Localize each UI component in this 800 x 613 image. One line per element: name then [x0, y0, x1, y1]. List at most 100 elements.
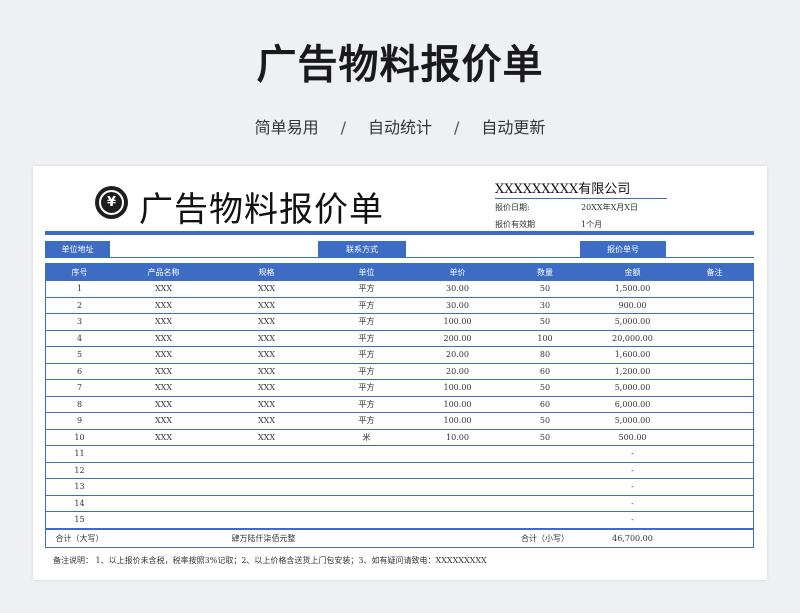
table-cell[interactable]: 平方	[319, 346, 414, 364]
table-cell[interactable]	[214, 462, 319, 479]
table-cell[interactable]	[113, 512, 214, 529]
table-cell[interactable]	[214, 445, 319, 463]
table-cell[interactable]	[676, 512, 753, 529]
table-cell[interactable]	[676, 330, 753, 347]
table-cell[interactable]: XXX	[214, 379, 319, 397]
table-cell[interactable]: XXX	[214, 412, 319, 430]
table-cell[interactable]: XXX	[113, 281, 214, 298]
table-cell[interactable]	[414, 462, 501, 479]
table-cell[interactable]: 10.00	[414, 429, 501, 446]
table-cell[interactable]: 1,600.00	[589, 346, 676, 364]
table-cell[interactable]: 50	[501, 412, 589, 430]
table-cell[interactable]: 9	[46, 412, 113, 430]
table-cell[interactable]: XXX	[113, 330, 214, 347]
table-cell[interactable]: 100.00	[414, 396, 501, 413]
table-cell[interactable]: XXX	[214, 297, 319, 314]
table-cell[interactable]	[501, 512, 589, 529]
table-cell[interactable]	[676, 346, 753, 364]
table-cell[interactable]: 100.00	[414, 313, 501, 331]
table-cell[interactable]	[319, 445, 414, 463]
table-cell[interactable]	[113, 462, 214, 479]
table-cell[interactable]: XXX	[214, 363, 319, 380]
table-cell[interactable]: 平方	[319, 379, 414, 397]
table-cell[interactable]	[113, 478, 214, 496]
table-cell[interactable]: 50	[501, 429, 589, 446]
table-cell[interactable]	[319, 462, 414, 479]
table-cell[interactable]: 12	[46, 462, 113, 479]
table-cell[interactable]: 200.00	[414, 330, 501, 347]
table-cell[interactable]	[414, 512, 501, 529]
table-cell[interactable]: 13	[46, 478, 113, 496]
table-cell[interactable]: XXX	[214, 330, 319, 347]
table-cell[interactable]	[676, 313, 753, 331]
table-cell[interactable]	[676, 462, 753, 479]
table-cell[interactable]: 10	[46, 429, 113, 446]
table-cell[interactable]: 1,200.00	[589, 363, 676, 380]
table-cell[interactable]	[676, 281, 753, 298]
table-cell[interactable]: XXX	[113, 363, 214, 380]
table-cell[interactable]: 平方	[319, 330, 414, 347]
table-cell[interactable]	[319, 495, 414, 512]
table-cell[interactable]	[676, 363, 753, 380]
table-cell[interactable]	[414, 445, 501, 463]
table-cell[interactable]: XXX	[113, 429, 214, 446]
table-cell[interactable]	[501, 462, 589, 479]
table-cell[interactable]: XXX	[113, 379, 214, 397]
table-cell[interactable]	[414, 495, 501, 512]
table-cell[interactable]: -	[589, 462, 676, 479]
table-cell[interactable]	[214, 495, 319, 512]
table-cell[interactable]: 500.00	[589, 429, 676, 446]
table-cell[interactable]: XXX	[214, 396, 319, 413]
table-cell[interactable]: 50	[501, 281, 589, 298]
table-cell[interactable]: 60	[501, 396, 589, 413]
table-cell[interactable]: 50	[501, 313, 589, 331]
table-cell[interactable]	[501, 495, 589, 512]
table-cell[interactable]: 30.00	[414, 281, 501, 298]
table-cell[interactable]: 8	[46, 396, 113, 413]
table-cell[interactable]: 50	[501, 379, 589, 397]
table-cell[interactable]	[676, 297, 753, 314]
table-cell[interactable]: 平方	[319, 412, 414, 430]
table-cell[interactable]	[113, 445, 214, 463]
table-cell[interactable]: XXX	[214, 281, 319, 298]
company-name[interactable]: XXXXXXXXX有限公司	[495, 178, 667, 199]
table-cell[interactable]: 20.00	[414, 363, 501, 380]
table-cell[interactable]: XXX	[113, 313, 214, 331]
table-cell[interactable]: 平方	[319, 313, 414, 331]
table-cell[interactable]: 20.00	[414, 346, 501, 364]
table-cell[interactable]: 米	[319, 429, 414, 446]
table-cell[interactable]: 80	[501, 346, 589, 364]
table-cell[interactable]: 5,000.00	[589, 412, 676, 430]
table-cell[interactable]	[113, 495, 214, 512]
quote-date-value[interactable]: 20XX年X月X日	[581, 202, 638, 213]
quote-number-field[interactable]	[666, 257, 754, 258]
table-cell[interactable]	[676, 379, 753, 397]
table-cell[interactable]	[319, 478, 414, 496]
table-cell[interactable]	[676, 412, 753, 430]
table-cell[interactable]: 30	[501, 297, 589, 314]
table-cell[interactable]	[214, 512, 319, 529]
table-cell[interactable]: 平方	[319, 297, 414, 314]
table-cell[interactable]: -	[589, 512, 676, 529]
table-cell[interactable]: 6,000.00	[589, 396, 676, 413]
validity-value[interactable]: 1个月	[581, 219, 602, 230]
table-cell[interactable]: 平方	[319, 281, 414, 298]
table-cell[interactable]: XXX	[214, 429, 319, 446]
table-cell[interactable]: 1,500.00	[589, 281, 676, 298]
table-cell[interactable]	[676, 478, 753, 496]
address-field[interactable]	[110, 257, 318, 258]
table-cell[interactable]: 3	[46, 313, 113, 331]
table-cell[interactable]: 平方	[319, 363, 414, 380]
table-cell[interactable]: 平方	[319, 396, 414, 413]
table-cell[interactable]: 100	[501, 330, 589, 347]
table-cell[interactable]: XXX	[113, 396, 214, 413]
table-cell[interactable]	[414, 478, 501, 496]
table-cell[interactable]: 2	[46, 297, 113, 314]
table-cell[interactable]	[501, 478, 589, 496]
table-cell[interactable]: -	[589, 445, 676, 463]
table-cell[interactable]: -	[589, 495, 676, 512]
table-cell[interactable]: 14	[46, 495, 113, 512]
table-cell[interactable]: 4	[46, 330, 113, 347]
table-cell[interactable]: 5	[46, 346, 113, 364]
table-cell[interactable]	[501, 445, 589, 463]
